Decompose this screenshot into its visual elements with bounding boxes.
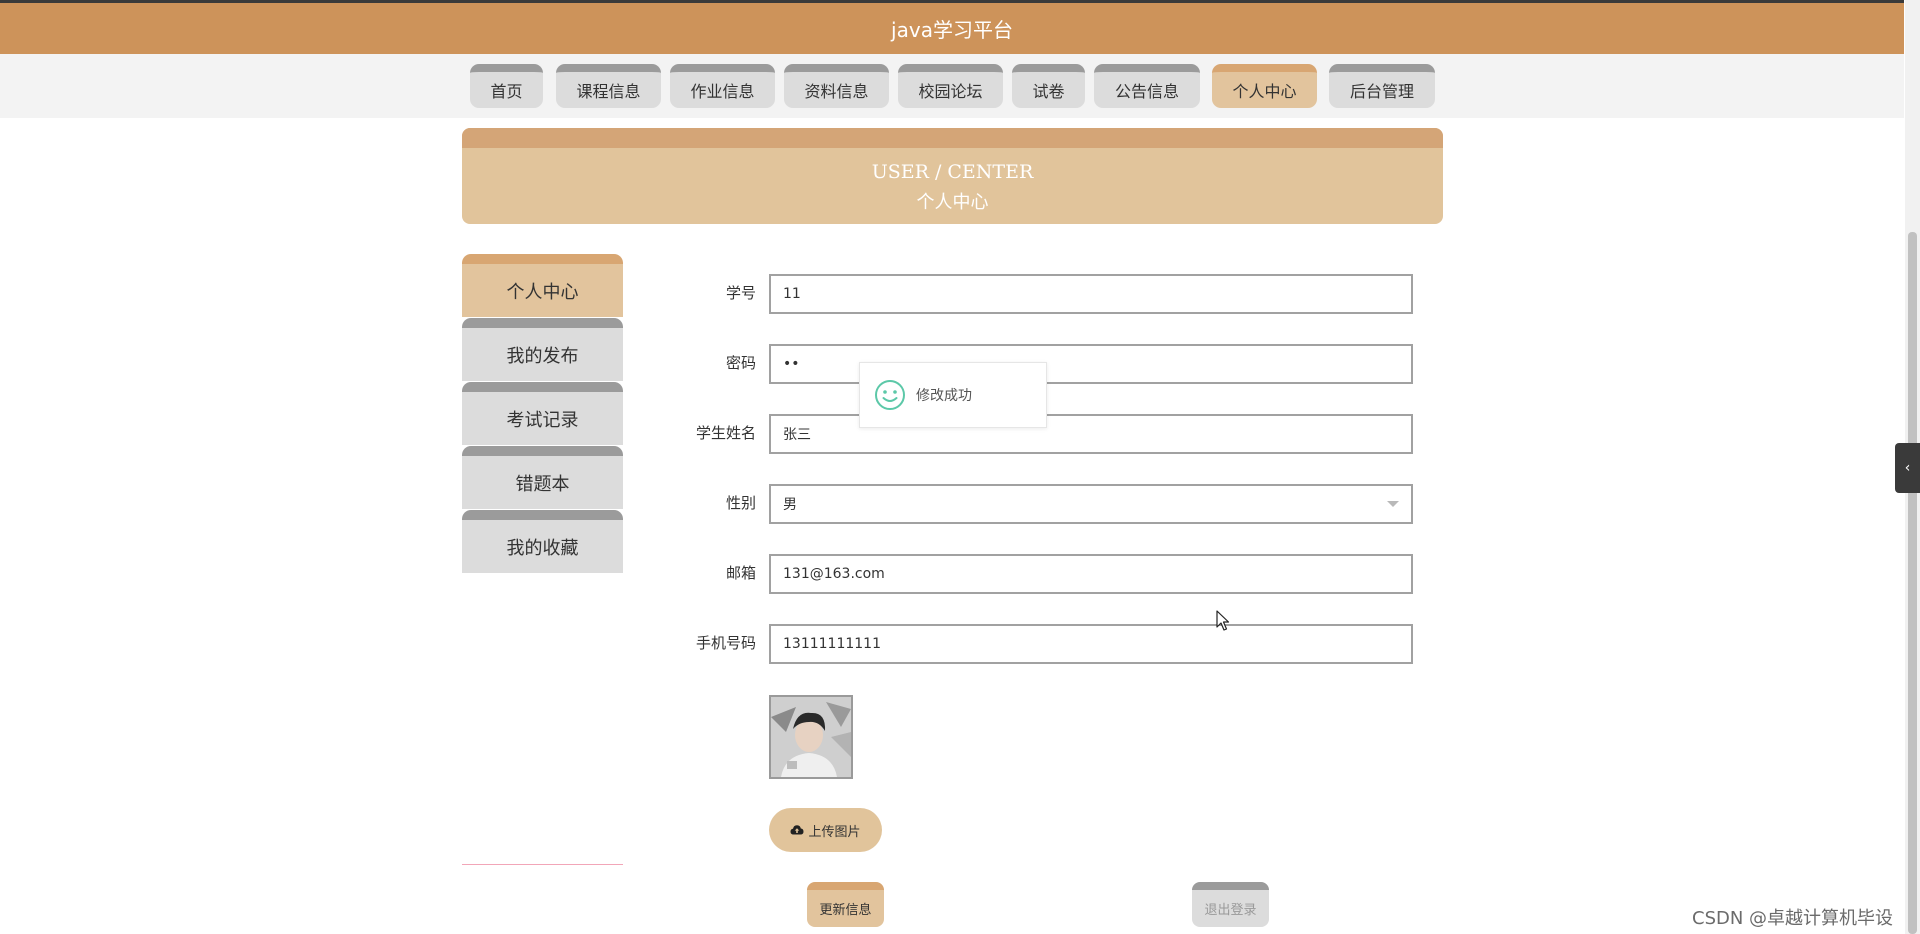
email-input[interactable]: 131@163.com: [769, 554, 1413, 594]
avatar-photo: [771, 697, 851, 777]
banner-band: [462, 128, 1443, 148]
email-label: 邮箱: [725, 564, 756, 582]
chevron-left-icon: ‹: [1904, 460, 1911, 476]
sidebar-item-wrong-questions[interactable]: 错题本: [462, 446, 623, 509]
upload-image-label: 上传图片: [808, 824, 861, 840]
nav-item-courses[interactable]: 课程信息: [556, 64, 661, 108]
nav-item-forum[interactable]: 校园论坛: [898, 64, 1003, 108]
student-id-input[interactable]: 11: [769, 274, 1413, 314]
student-id-label: 学号: [725, 284, 756, 302]
site-title: java学习平台: [891, 18, 1013, 42]
nav-item-materials[interactable]: 资料信息: [784, 64, 889, 108]
smile-icon: [875, 380, 905, 410]
success-toast: 修改成功: [859, 362, 1047, 428]
password-value: ••: [783, 356, 800, 372]
password-label: 密码: [725, 354, 756, 372]
gender-select[interactable]: 男: [769, 484, 1413, 524]
sidebar-item-favorites[interactable]: 我的收藏: [462, 510, 623, 573]
banner-title-en: USER / CENTER: [871, 161, 1034, 183]
upload-image-button[interactable]: 上传图片: [769, 808, 882, 852]
sidebar-item-exam-records[interactable]: 考试记录: [462, 382, 623, 445]
update-info-button[interactable]: 更新信息: [807, 882, 884, 927]
phone-value: 13111111111: [783, 636, 881, 652]
side-panel-toggle[interactable]: ‹: [1895, 443, 1920, 493]
sidebar-item-user-center[interactable]: 个人中心: [462, 254, 623, 317]
nav-item-announcements[interactable]: 公告信息: [1094, 64, 1200, 108]
mouse-cursor-icon: [1216, 610, 1230, 631]
email-value: 131@163.com: [783, 566, 885, 582]
gender-label: 性别: [725, 494, 756, 512]
main-nav: 首页 课程信息 作业信息 资料信息 校园论坛 试卷 公告信息 个人中心 后台管理: [0, 54, 1904, 118]
page-banner: USER / CENTER 个人中心: [462, 128, 1443, 224]
phone-label: 手机号码: [695, 634, 756, 652]
banner-title-cn: 个人中心: [916, 192, 989, 213]
sidebar-item-my-posts[interactable]: 我的发布: [462, 318, 623, 381]
nav-item-admin[interactable]: 后台管理: [1329, 64, 1435, 108]
toast-message: 修改成功: [916, 388, 972, 404]
name-label: 学生姓名: [695, 424, 756, 442]
watermark: CSDN @卓越计算机毕设: [1692, 904, 1894, 930]
student-id-value: 11: [783, 286, 801, 302]
sidebar-divider: [462, 864, 623, 865]
gender-value: 男: [783, 497, 797, 513]
scrollbar-thumb[interactable]: [1908, 232, 1917, 934]
nav-item-exams[interactable]: 试卷: [1012, 64, 1085, 108]
nav-item-homework[interactable]: 作业信息: [670, 64, 775, 108]
site-header: java学习平台: [0, 3, 1904, 54]
name-value: 张三: [783, 427, 811, 443]
nav-item-user-center[interactable]: 个人中心: [1212, 64, 1317, 108]
logout-button[interactable]: 退出登录: [1192, 882, 1269, 927]
avatar: [769, 695, 853, 779]
nav-item-home[interactable]: 首页: [470, 64, 543, 108]
caret-down-icon: [1387, 501, 1399, 507]
phone-input[interactable]: 13111111111: [769, 624, 1413, 664]
cloud-upload-icon: [790, 825, 804, 835]
